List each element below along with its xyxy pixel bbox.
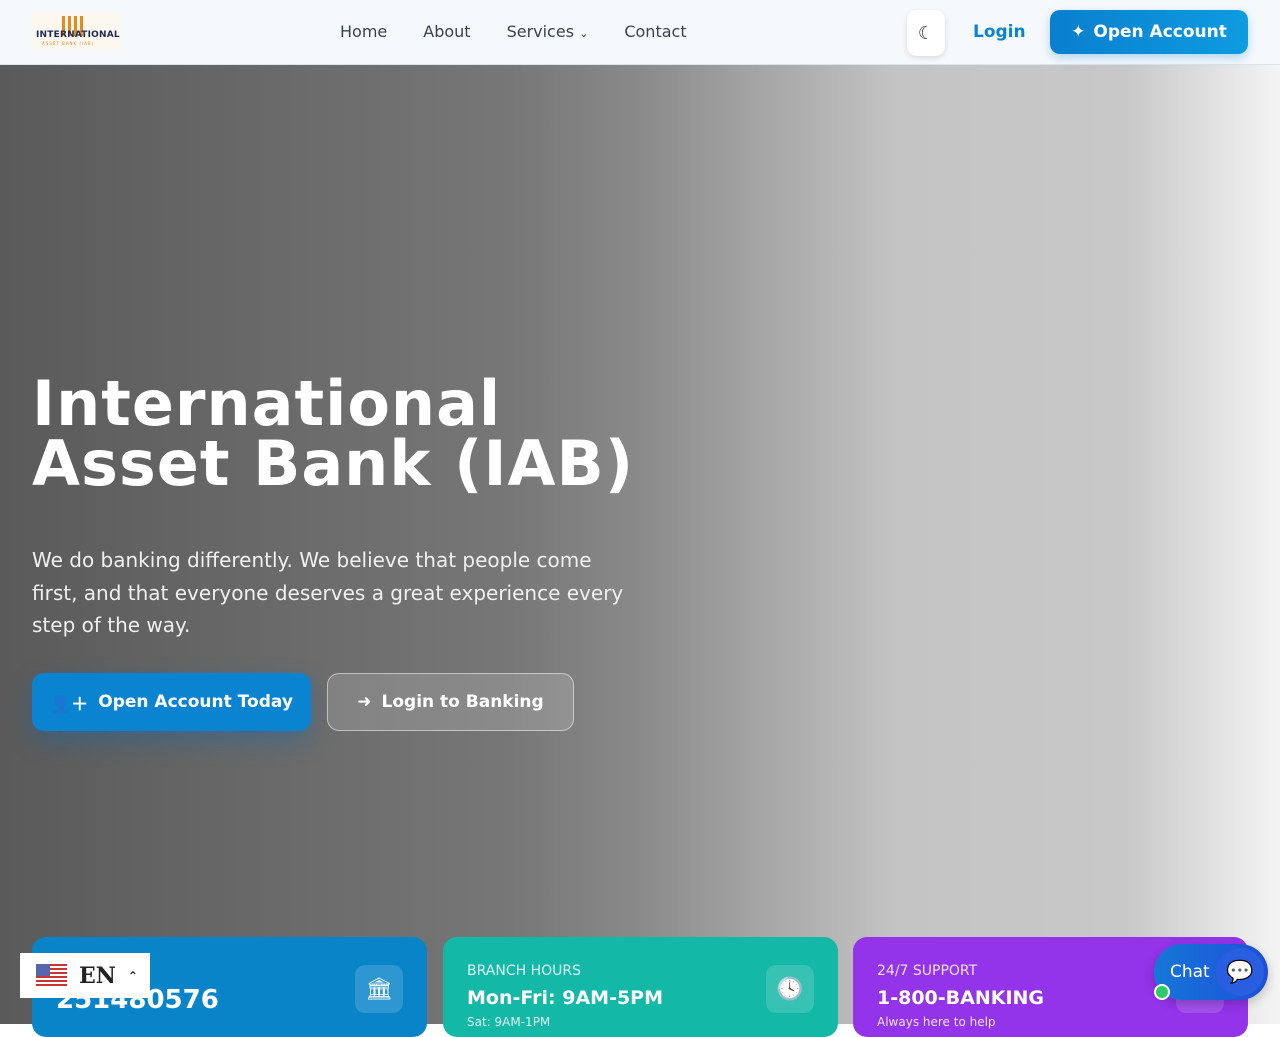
chevron-up-icon: ⌃ <box>127 968 138 983</box>
hero-title-line2: Asset Bank (IAB) <box>32 427 635 500</box>
hero-title: International Asset Bank (IAB) <box>32 373 634 495</box>
site-header: INTERNATIONAL ASSET BANK (IAB) Home Abou… <box>0 0 1280 65</box>
us-flag-icon <box>36 963 67 988</box>
chat-label: Chat <box>1170 962 1210 982</box>
language-code: EN <box>79 962 116 989</box>
online-status-indicator <box>1154 984 1170 1000</box>
chat-widget-button[interactable]: Chat 💬 <box>1154 944 1268 1000</box>
card-label: BRANCH HOURS <box>467 963 581 979</box>
sparkle-icon: ✦ <box>1071 22 1086 42</box>
open-account-button[interactable]: ✦ Open Account <box>1050 10 1248 54</box>
dark-mode-toggle[interactable]: ☾ <box>907 10 945 56</box>
open-account-label: Open Account <box>1093 22 1227 42</box>
nav-services-label: Services <box>506 22 575 41</box>
clock-icon: 🕓 <box>766 965 814 1013</box>
nav-home[interactable]: Home <box>340 22 387 41</box>
sign-in-icon: ➜ <box>357 692 372 712</box>
main-nav: Home About Services ⌄ Contact <box>340 22 687 41</box>
card-sub: Always here to help <box>877 1015 996 1029</box>
moon-icon: ☾ <box>917 22 935 44</box>
nav-contact[interactable]: Contact <box>624 22 686 41</box>
open-account-today-button[interactable]: 👤＋ Open Account Today <box>32 673 311 731</box>
branch-hours-card: BRANCH HOURS Mon-Fri: 9AM-5PM Sat: 9AM-1… <box>443 937 838 1037</box>
hero-description: We do banking differently. We believe th… <box>32 548 624 637</box>
bank-logo[interactable]: INTERNATIONAL ASSET BANK (IAB) <box>32 12 120 50</box>
chat-bubble-icon: 💬 <box>1216 948 1264 996</box>
card-sub: Sat: 9AM-1PM <box>467 1015 551 1029</box>
login-link[interactable]: Login <box>973 22 1026 42</box>
primary-button-label: Open Account Today <box>98 692 293 712</box>
user-plus-icon: 👤＋ <box>50 694 89 715</box>
bank-icon: 🏛 <box>355 965 403 1013</box>
chevron-down-icon: ⌄ <box>579 27 589 40</box>
login-to-banking-button[interactable]: ➜ Login to Banking <box>327 673 574 731</box>
card-value: Mon-Fri: 9AM-5PM <box>467 987 664 1009</box>
secondary-button-label: Login to Banking <box>381 692 544 712</box>
nav-services[interactable]: Services ⌄ <box>507 22 589 41</box>
language-selector[interactable]: EN ⌃ <box>20 953 150 998</box>
nav-about[interactable]: About <box>423 22 470 41</box>
